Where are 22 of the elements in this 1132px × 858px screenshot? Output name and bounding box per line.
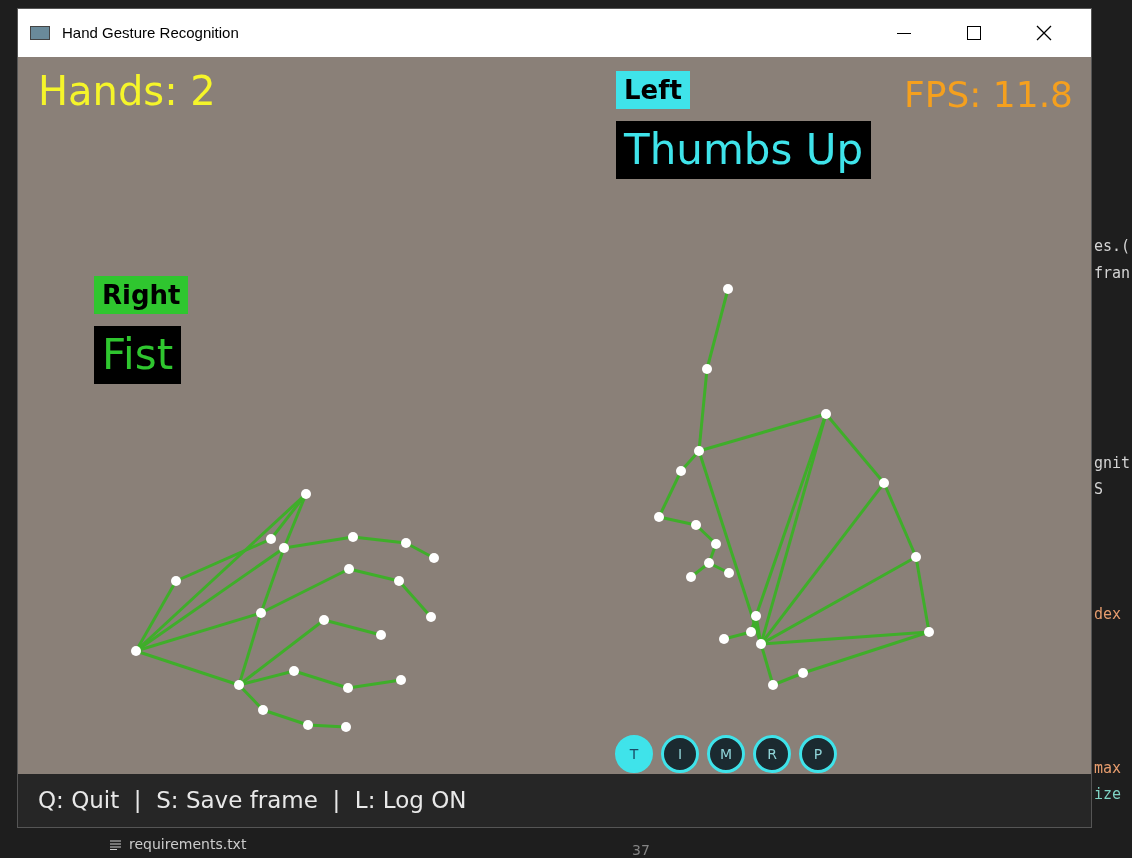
- gesture-label: Fist: [94, 326, 182, 384]
- code-fragment: S: [1094, 479, 1104, 500]
- hand-label: Left: [616, 71, 690, 109]
- code-fragment: ize: [1094, 784, 1122, 805]
- code-fragment: gnit: [1094, 453, 1131, 474]
- close-icon: [1036, 25, 1052, 41]
- hand-label: Right: [94, 276, 189, 314]
- status-text: Q: Quit | S: Save frame | L: Log ON: [38, 786, 467, 816]
- code-fragment: es.(: [1094, 236, 1131, 257]
- window-app-icon: [30, 26, 50, 40]
- hands-count: Hands: 2: [38, 71, 216, 111]
- gesture-label: Thumbs Up: [616, 121, 872, 179]
- maximize-icon: [967, 26, 981, 40]
- file-lines-icon: [110, 839, 121, 850]
- window-title: Hand Gesture Recognition: [62, 22, 239, 43]
- code-fragment: max: [1094, 758, 1122, 779]
- fps-counter: FPS: 11.8: [904, 77, 1073, 113]
- file-tree-item[interactable]: requirements.txt: [110, 834, 247, 855]
- line-number: 37: [632, 841, 650, 858]
- code-fragment: dex: [1094, 604, 1122, 625]
- minimize-icon: [897, 32, 911, 34]
- code-fragment: fran: [1094, 263, 1131, 284]
